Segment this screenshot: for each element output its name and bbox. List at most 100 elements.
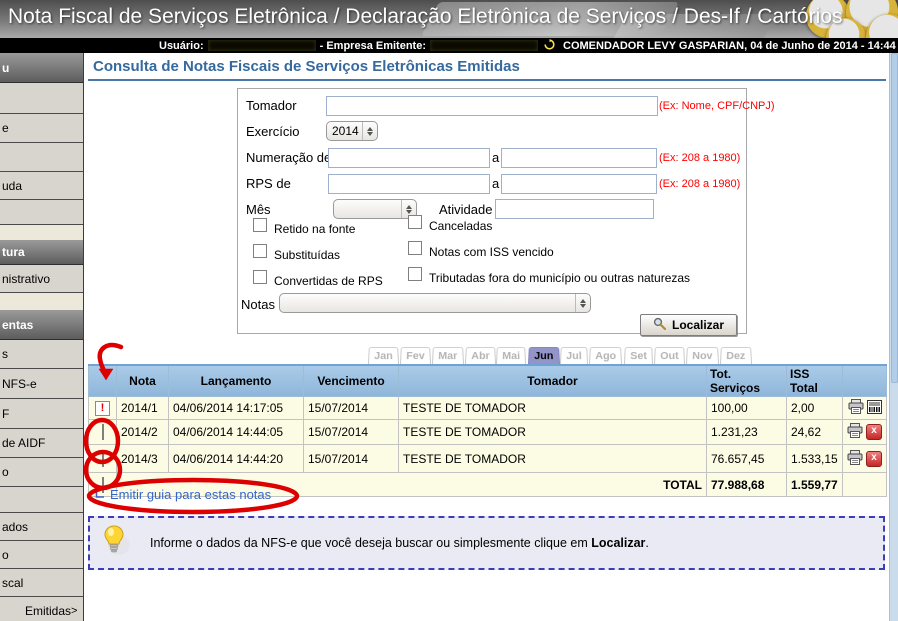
tab-fev[interactable]: Fev bbox=[400, 347, 431, 364]
page-title: Consulta de Notas Fiscais de Serviços El… bbox=[93, 58, 520, 75]
cell-vencimento: 15/07/2014 bbox=[304, 445, 399, 473]
tab-jun-selected[interactable]: Jun bbox=[528, 347, 560, 364]
tab-mar[interactable]: Mar bbox=[432, 347, 464, 364]
col-vencimento: Vencimento bbox=[304, 365, 399, 397]
sidebar-item-aidf[interactable]: de AIDF bbox=[0, 429, 83, 458]
tab-out[interactable]: Out bbox=[654, 347, 685, 364]
cell-iss-total: 24,62 bbox=[787, 420, 843, 445]
barcode-icon[interactable] bbox=[867, 400, 882, 417]
localizar-button[interactable]: Localizar bbox=[640, 314, 737, 336]
tab-nov[interactable]: Nov bbox=[686, 347, 719, 364]
info-message: Informe o dados da NFS-e que você deseja… bbox=[150, 536, 649, 550]
switch-company-icon[interactable] bbox=[544, 39, 555, 53]
sidebar-item[interactable]: o bbox=[0, 541, 83, 569]
sidebar-item-fiscal[interactable]: scal bbox=[0, 569, 83, 597]
convertidas-label: Convertidas de RPS bbox=[274, 274, 383, 288]
col-lancamento: Lançamento bbox=[169, 365, 304, 397]
total-iss: 1.559,77 bbox=[787, 473, 843, 497]
table-row: 2014/3 04/06/2014 14:44:20 15/07/2014 TE… bbox=[89, 445, 887, 473]
select-column-header bbox=[89, 365, 117, 397]
numeracao-hint: (Ex: 208 a 1980) bbox=[659, 152, 740, 164]
scrollbar-thumb[interactable] bbox=[891, 53, 898, 383]
tab-abr[interactable]: Abr bbox=[465, 347, 496, 364]
user-label: Usuário: bbox=[159, 40, 204, 52]
tab-set[interactable]: Set bbox=[624, 347, 653, 364]
sidebar-item-nfse[interactable]: NFS-e bbox=[0, 369, 83, 399]
tomador-label: Tomador bbox=[246, 98, 297, 113]
tab-dez[interactable]: Dez bbox=[720, 347, 752, 364]
cell-vencimento: 15/07/2014 bbox=[304, 397, 399, 420]
convertidas-checkbox[interactable] bbox=[253, 270, 267, 284]
tributadas-checkbox[interactable] bbox=[408, 267, 422, 281]
sidebar-section-ferramentas: entas bbox=[0, 310, 83, 340]
sidebar-menu: u e uda tura nistrativo entas s NFS-e F … bbox=[0, 53, 84, 621]
tomador-input[interactable] bbox=[326, 96, 658, 116]
cell-lancamento: 04/06/2014 14:44:05 bbox=[169, 420, 304, 445]
sidebar-item[interactable] bbox=[0, 200, 83, 225]
tab-ago[interactable]: Ago bbox=[589, 347, 622, 364]
retido-checkbox[interactable] bbox=[253, 218, 267, 232]
substituidas-label: Substituídas bbox=[274, 248, 340, 262]
submenu-arrow-icon: > bbox=[71, 605, 77, 617]
cell-tot-servicos: 100,00 bbox=[707, 397, 787, 420]
sidebar-item-emitidas[interactable]: Emitidas> bbox=[0, 597, 83, 621]
canceladas-label: Canceladas bbox=[429, 219, 492, 233]
emitir-guia-link[interactable]: Emitir guia para estas notas bbox=[92, 486, 271, 502]
cell-iss-total: 1.533,15 bbox=[787, 445, 843, 473]
location-date: COMENDADOR LEVY GASPARIAN, 04 de Junho d… bbox=[563, 40, 896, 52]
sidebar-item[interactable]: F bbox=[0, 399, 83, 429]
tributadas-label: Tributadas fora do município ou outras n… bbox=[429, 271, 690, 285]
top-banner: Nota Fiscal de Serviços Eletrônica / Dec… bbox=[0, 0, 898, 38]
vertical-scrollbar[interactable] bbox=[889, 53, 898, 621]
cell-tomador: TESTE DE TOMADOR bbox=[399, 445, 707, 473]
mes-select[interactable] bbox=[333, 199, 417, 219]
cell-iss-total: 2,00 bbox=[787, 397, 843, 420]
user-bar: Usuário: - Empresa Emitente: COMENDADOR … bbox=[0, 38, 898, 53]
row-checkbox[interactable] bbox=[102, 424, 104, 440]
sidebar-item[interactable] bbox=[0, 487, 83, 513]
sidebar-item[interactable]: o bbox=[0, 458, 83, 487]
notas-select[interactable] bbox=[279, 293, 591, 313]
atividade-input[interactable] bbox=[495, 199, 654, 219]
print-icon[interactable] bbox=[847, 423, 863, 441]
rps-de-input[interactable] bbox=[328, 174, 490, 194]
substituidas-checkbox[interactable] bbox=[253, 244, 267, 258]
redacted-username bbox=[208, 40, 316, 51]
sidebar-item[interactable]: s bbox=[0, 340, 83, 369]
exercicio-label: Exercício bbox=[246, 124, 299, 139]
delete-icon[interactable]: x bbox=[866, 424, 882, 440]
cell-tot-servicos: 1.231,23 bbox=[707, 420, 787, 445]
iss-vencido-checkbox[interactable] bbox=[408, 241, 422, 255]
actions-column-header bbox=[843, 365, 887, 397]
tab-mai[interactable]: Mai bbox=[496, 347, 526, 364]
row-checkbox[interactable] bbox=[102, 451, 104, 467]
tab-jan[interactable]: Jan bbox=[368, 347, 399, 364]
sidebar-item[interactable]: e bbox=[0, 114, 83, 143]
iss-vencido-label: Notas com ISS vencido bbox=[429, 245, 554, 259]
print-icon[interactable] bbox=[848, 399, 864, 417]
numeracao-de-input[interactable] bbox=[328, 148, 490, 168]
sidebar-item[interactable] bbox=[0, 83, 83, 114]
exercicio-select[interactable]: 2014 bbox=[326, 121, 378, 141]
redacted-company bbox=[430, 40, 538, 51]
rps-hint: (Ex: 208 a 1980) bbox=[659, 178, 740, 190]
atividade-label: Atividade bbox=[439, 202, 492, 217]
sidebar-item-ajuda[interactable]: uda bbox=[0, 172, 83, 200]
rps-label: RPS de bbox=[246, 176, 291, 191]
tab-jul[interactable]: Jul bbox=[560, 347, 588, 364]
cell-lancamento: 04/06/2014 14:44:20 bbox=[169, 445, 304, 473]
sidebar-item[interactable] bbox=[0, 143, 83, 172]
elbow-arrow-icon bbox=[92, 486, 105, 502]
search-form: Tomador (Ex: Nome, CPF/CNPJ) Exercício 2… bbox=[237, 88, 747, 334]
sidebar-item-administrativo[interactable]: nistrativo bbox=[0, 265, 83, 293]
numeracao-a-input[interactable] bbox=[501, 148, 657, 168]
tomador-hint: (Ex: Nome, CPF/CNPJ) bbox=[659, 100, 775, 112]
rps-a-input[interactable] bbox=[501, 174, 657, 194]
info-box: Informe o dados da NFS-e que você deseja… bbox=[88, 516, 885, 570]
print-icon[interactable] bbox=[847, 450, 863, 468]
col-tot-servicos: Tot. Serviços bbox=[707, 365, 787, 397]
canceladas-checkbox[interactable] bbox=[408, 215, 422, 229]
sidebar-item[interactable]: ados bbox=[0, 513, 83, 541]
alert-icon[interactable]: ! bbox=[95, 401, 110, 416]
delete-icon[interactable]: x bbox=[866, 451, 882, 467]
